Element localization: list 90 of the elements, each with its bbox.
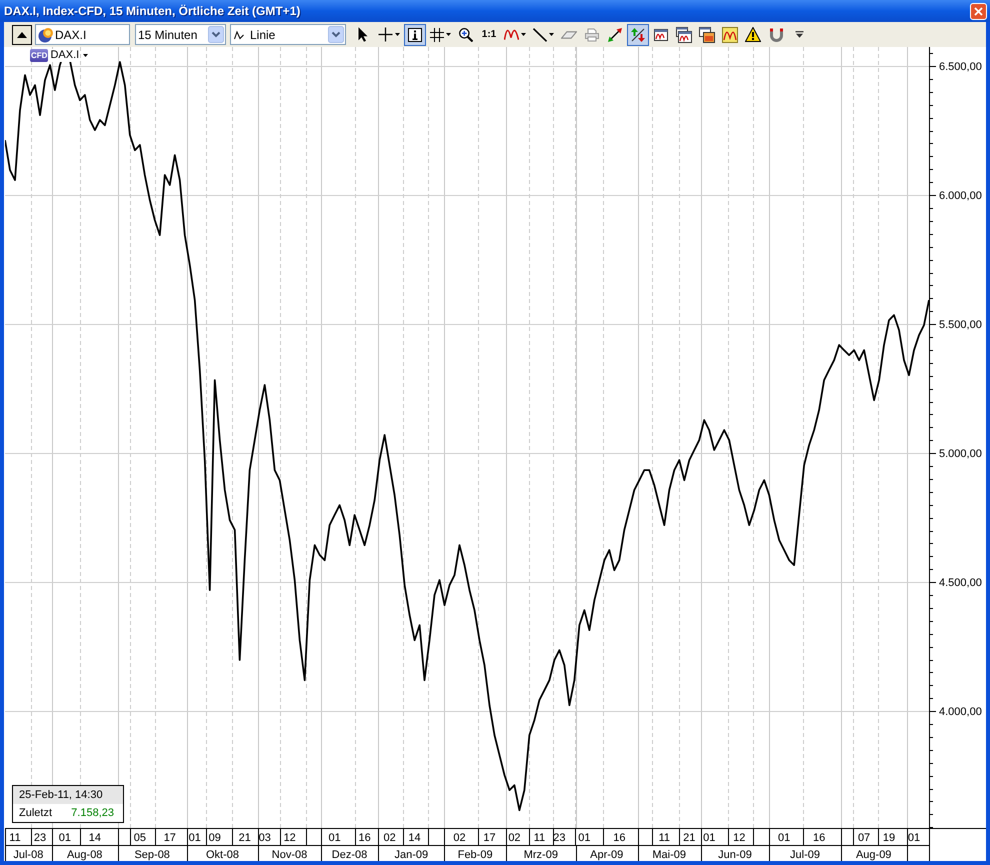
triangle-up-icon: [17, 32, 27, 38]
day-label: 23: [553, 832, 566, 844]
wave-icon: [504, 28, 519, 40]
magnet-icon: [770, 28, 782, 42]
axis-label: 4.500,00: [939, 577, 982, 589]
day-label: 12: [733, 832, 746, 844]
month-label: Dez-08: [332, 849, 368, 861]
eraser-icon: [561, 30, 577, 38]
axis-label: 5.000,00: [939, 448, 982, 460]
day-label: 14: [408, 832, 421, 844]
line-chart-icon: [234, 30, 244, 40]
axis-label: 6.000,00: [939, 190, 982, 202]
month-label: Mrz-09: [524, 849, 558, 861]
day-label: 01: [908, 832, 920, 844]
day-label: 14: [88, 832, 102, 844]
month-label: Feb-09: [458, 849, 493, 861]
day-label: 12: [284, 832, 296, 844]
last-value: 7.158,23: [71, 806, 114, 821]
zoom-icon: [459, 28, 473, 42]
double-arrow-icon: [608, 28, 622, 42]
close-button[interactable]: [970, 2, 987, 20]
toolbar-button[interactable]: [404, 24, 426, 46]
series-label[interactable]: DAX.I: [49, 49, 80, 62]
day-label: 01: [188, 832, 201, 844]
day-label: 21: [238, 832, 251, 844]
month-label: Aug-09: [856, 849, 892, 861]
chart-type-dropdown[interactable]: Linie: [230, 24, 346, 45]
day-label: 02: [453, 832, 466, 844]
month-label: Aug-08: [66, 849, 102, 861]
day-label: 01: [328, 832, 341, 844]
circles-icon: [38, 26, 54, 42]
symbol-field[interactable]: DAX.I: [35, 24, 130, 45]
axis-label: 6.500,00: [939, 61, 982, 73]
up-down-arrows-icon: [631, 28, 645, 42]
day-label: 11: [9, 832, 21, 844]
printer-icon: [585, 28, 599, 42]
crosshair-icon: [378, 27, 393, 42]
day-label: 01: [778, 832, 790, 844]
month-label: Jun-09: [718, 849, 752, 861]
month-label: Jul-09: [790, 849, 820, 861]
toolbar-button[interactable]: 1:1: [478, 24, 500, 46]
interval-dropdown[interactable]: 15 Minuten: [135, 24, 226, 45]
day-label: 07: [858, 832, 870, 844]
day-label: 23: [34, 832, 46, 844]
day-label: 01: [703, 832, 716, 844]
day-label: 03: [258, 832, 271, 844]
day-label: 16: [613, 832, 626, 844]
month-label: Sep-08: [134, 849, 170, 861]
image-window-icon: [699, 26, 715, 42]
day-label: 05: [134, 832, 146, 844]
day-label: 21: [683, 832, 696, 844]
last-label: Zuletzt: [19, 806, 52, 821]
day-label: 17: [483, 832, 496, 844]
wave-tile-icon: [722, 26, 738, 42]
day-label: 11: [658, 832, 670, 844]
month-label: Jul-08: [13, 849, 44, 861]
close-icon: [974, 6, 983, 16]
month-label: Nov-08: [272, 849, 308, 861]
collapse-button[interactable]: [12, 24, 32, 44]
caret-icon: [83, 54, 88, 57]
month-label: Okt-08: [206, 849, 239, 861]
line-icon: [533, 28, 547, 42]
day-label: 09: [208, 832, 221, 844]
month-label: Jan-09: [394, 849, 428, 861]
month-label: Mai-09: [652, 849, 686, 861]
day-label: 16: [358, 832, 371, 844]
chevron-down-icon: [328, 26, 344, 43]
chevron-down-icon: [208, 26, 224, 43]
cfd-badge: CFD: [30, 49, 48, 62]
day-label: 16: [813, 832, 826, 844]
month-label: Apr-09: [590, 849, 624, 861]
axis-label: 4.000,00: [939, 706, 982, 718]
day-label: 01: [58, 832, 72, 844]
chart-window-icon: [654, 28, 668, 40]
axis-label: 5.500,00: [939, 319, 982, 331]
day-label: 01: [578, 832, 590, 844]
cursor-arrow-icon: [358, 27, 368, 42]
stacked-windows-icon: [676, 26, 692, 42]
warning-icon: [745, 27, 761, 42]
timestamp-text: 25-Feb-11, 14:30: [19, 788, 103, 803]
window-title: DAX.I, Index-CFD, 15 Minuten, Örtliche Zeit (GMT+1): [4, 3, 300, 20]
day-label: 17: [164, 832, 176, 844]
day-label: 19: [882, 832, 896, 844]
day-label: 02: [508, 832, 521, 844]
chevron-down-icon: [794, 31, 804, 38]
grid-icon: [430, 28, 444, 42]
info-icon: [408, 28, 422, 42]
day-label: 02: [383, 832, 396, 844]
day-label: 11: [534, 832, 546, 844]
toolbar-button[interactable]: [627, 24, 649, 46]
